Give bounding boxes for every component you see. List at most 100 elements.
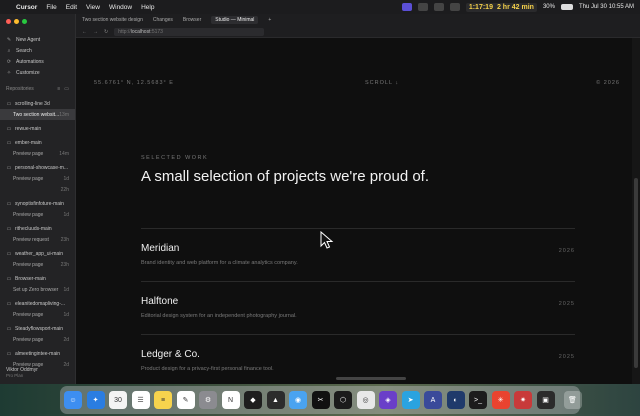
wifi-icon[interactable] <box>449 3 460 11</box>
trash-icon[interactable]: 🗑 <box>563 391 582 409</box>
workspace-item[interactable]: ▭ synoptisfinfoture-main <box>0 198 75 209</box>
search-icon: ⌕ <box>7 47 11 54</box>
menu-file[interactable]: File <box>46 4 56 11</box>
workspace-item[interactable]: ▭ Steadyflowsport-main <box>0 323 75 334</box>
battery-icon[interactable] <box>560 4 573 10</box>
agent-chat-item[interactable]: Preview page 1d <box>0 173 75 184</box>
filter-icon[interactable]: ≡ <box>57 86 60 92</box>
finder-icon[interactable]: ☺ <box>64 391 82 409</box>
freeform-icon[interactable]: ✎ <box>176 391 195 409</box>
workspace-item[interactable]: ▭ scrolling-line 3d <box>0 98 75 109</box>
app-icon[interactable]: ▣ <box>536 391 555 409</box>
menu-view[interactable]: View <box>86 4 100 11</box>
workspace-name: eleanitedomapliving-... <box>15 300 66 307</box>
window-resize-handle[interactable] <box>336 377 406 380</box>
workspace-item[interactable]: ▭ ember-main <box>0 137 75 148</box>
back-icon[interactable]: ← <box>82 29 87 35</box>
agent-chat-item[interactable]: Two section websit... 13m <box>0 109 75 120</box>
forward-icon[interactable]: → <box>93 29 98 35</box>
reminders-icon[interactable]: ☰ <box>131 391 150 409</box>
agent-chat-time: 2d <box>63 361 69 368</box>
workspace-name: rithecluuds-main <box>15 225 52 232</box>
new-tab-button[interactable]: + <box>268 17 271 23</box>
customize-label: Customize <box>16 69 40 76</box>
notion-icon[interactable]: N <box>221 391 240 409</box>
menu-edit[interactable]: Edit <box>66 4 77 11</box>
automations-item[interactable]: ⟳ Automations <box>0 56 75 67</box>
menu-bar: Cursor File Edit View Window Help 1:17:1… <box>0 0 640 14</box>
agent-chat-label: Preview page <box>13 261 44 268</box>
url-port: :5173 <box>150 28 163 35</box>
new-agent-item[interactable]: ✎ New Agent <box>0 34 75 45</box>
status-app-icon[interactable] <box>401 3 412 11</box>
user-profile[interactable]: Viktor Oddmyr Pro Plan <box>6 367 38 378</box>
zoom-window-button[interactable] <box>22 19 27 24</box>
address-field[interactable]: http://localhost:5173 <box>114 27 265 36</box>
scrollbar-thumb[interactable] <box>634 178 638 368</box>
workspace-item[interactable]: ▭ rewue-main <box>0 123 75 134</box>
agent-chat-time: 2d <box>63 336 69 343</box>
agent-chat-item[interactable]: Set up Zero browser 1d <box>0 284 75 295</box>
workspace-name: synoptisfinfoture-main <box>15 200 64 207</box>
menu-app-name[interactable]: Cursor <box>16 4 37 11</box>
agent-chat-label: Preview page <box>13 311 44 318</box>
customize-item[interactable]: ✧ Customize <box>0 67 75 78</box>
workspace-item[interactable]: ▭ rithecluuds-main <box>0 223 75 234</box>
calendar-icon[interactable]: 30 <box>109 391 127 409</box>
agent-chat-item[interactable]: Preview page 14m <box>0 148 75 159</box>
terminal-icon[interactable]: >_ <box>469 391 487 409</box>
notes-icon[interactable]: ≡ <box>154 391 172 409</box>
agent-chat-item[interactable]: Preview page 1d <box>0 209 75 220</box>
project-item[interactable]: Meridian 2026 Brand identity and web pla… <box>141 228 575 280</box>
menu-window[interactable]: Window <box>109 4 132 11</box>
clock[interactable]: Thu Jul 30 10:55 AM <box>579 4 634 10</box>
chrome-icon[interactable]: ◎ <box>356 391 375 409</box>
workspace-item[interactable]: ▭ eleanitedomapliving-... <box>0 298 75 309</box>
workspace-item[interactable]: ▭ weather_app_ui-main <box>0 248 75 259</box>
search-item[interactable]: ⌕ Search <box>0 45 75 56</box>
workspace-item[interactable]: ▭ Browser-main <box>0 273 75 284</box>
minimize-window-button[interactable] <box>14 19 19 24</box>
menu-help[interactable]: Help <box>141 4 154 11</box>
focus-widget[interactable]: 1:17:19 2 hr 42 min <box>465 2 537 12</box>
agent-chat-label: Preview request <box>13 236 49 243</box>
system-settings-icon[interactable]: ⚙ <box>199 391 217 409</box>
agent-chat-item[interactable]: Preview page 23h <box>0 259 75 270</box>
focus-timer: 1:17:19 <box>468 3 493 11</box>
project-description: Brand identity and web platform for a cl… <box>141 260 298 266</box>
blender-icon[interactable]: ◐ <box>446 391 465 409</box>
folder-icon: ▭ <box>6 125 12 132</box>
cursor-icon[interactable]: ⬡ <box>334 391 352 409</box>
figma-icon[interactable]: ◆ <box>244 391 262 409</box>
close-window-button[interactable] <box>6 19 11 24</box>
agent-chat-time: 14m <box>59 150 69 157</box>
tab-two-section[interactable]: Two section website design <box>82 17 143 23</box>
agent-chat-item[interactable]: Preview request 23h <box>0 234 75 245</box>
status-app-icon[interactable] <box>433 3 444 11</box>
agent-chat-item[interactable]: Preview page 2d <box>0 334 75 345</box>
workspace-item[interactable]: ▭ almeetingintee-main <box>0 348 75 359</box>
spark-icon[interactable]: ✷ <box>514 391 532 409</box>
page-scrollbar[interactable] <box>632 38 640 384</box>
affinity-icon[interactable]: ▲ <box>266 391 285 409</box>
telegram-icon[interactable]: ➤ <box>401 391 420 409</box>
reload-icon[interactable]: ↻ <box>104 29 108 35</box>
safari-icon[interactable]: ✦ <box>86 391 105 409</box>
workspace-item[interactable]: ▭ personal-showcase-m... <box>0 162 75 173</box>
capcut-icon[interactable]: ✂ <box>311 391 330 409</box>
agent-chat-item[interactable]: Preview page 1d <box>0 309 75 320</box>
arc-icon[interactable]: A <box>424 391 442 409</box>
quicktime-icon[interactable]: ◉ <box>289 391 307 409</box>
obsidian-icon[interactable]: ◈ <box>379 391 397 409</box>
folder-icon[interactable]: ▭ <box>64 86 69 92</box>
project-description: Editorial design system for an independe… <box>141 313 297 319</box>
agent-chat-time: 23h <box>60 261 69 268</box>
tab-browser[interactable]: Browser <box>183 17 201 23</box>
project-item[interactable]: Halftone 2025 Editorial design system fo… <box>141 281 575 333</box>
status-app-icon[interactable] <box>417 3 428 11</box>
agent-chat-item[interactable]: 22h <box>0 184 75 195</box>
tab-changes[interactable]: Changes <box>153 17 173 23</box>
tab-studio-minimal[interactable]: Studio — Minimal <box>211 16 259 24</box>
workspace-name: rewue-main <box>15 125 42 132</box>
perplexity-icon[interactable]: ✳ <box>491 391 510 409</box>
